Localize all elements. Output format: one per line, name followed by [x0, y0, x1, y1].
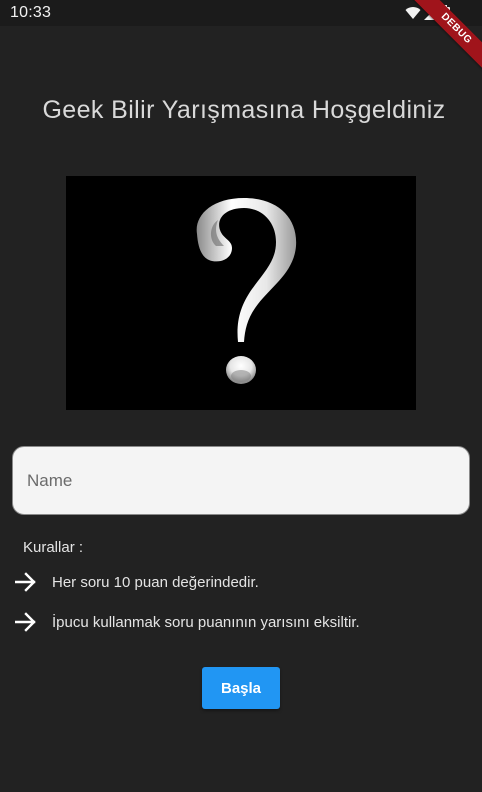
name-field[interactable] — [12, 446, 470, 515]
rule-item: Her soru 10 puan değerindedir. — [14, 570, 259, 594]
question-mark-icon — [196, 198, 297, 384]
rule-item: İpucu kullanmak soru puanının yarısını e… — [14, 610, 360, 634]
debug-label: DEBUG — [407, 0, 482, 78]
hero-image — [66, 176, 416, 410]
name-input[interactable] — [27, 470, 469, 491]
start-button[interactable]: Başla — [202, 667, 280, 709]
rule-text: İpucu kullanmak soru puanının yarısını e… — [52, 613, 360, 631]
status-time: 10:33 — [10, 4, 52, 21]
rules-heading: Kurallar : — [23, 539, 84, 556]
app-screen: 10:33 DEBUG Geek Bilir Yarışmasına Hoşge… — [0, 0, 482, 792]
page-title: Geek Bilir Yarışmasına Hoşgeldiniz — [42, 96, 446, 124]
arrow-right-icon — [14, 570, 38, 594]
debug-banner: DEBUG — [402, 0, 482, 80]
rule-text: Her soru 10 puan değerindedir. — [52, 573, 259, 591]
arrow-right-icon — [14, 610, 38, 634]
